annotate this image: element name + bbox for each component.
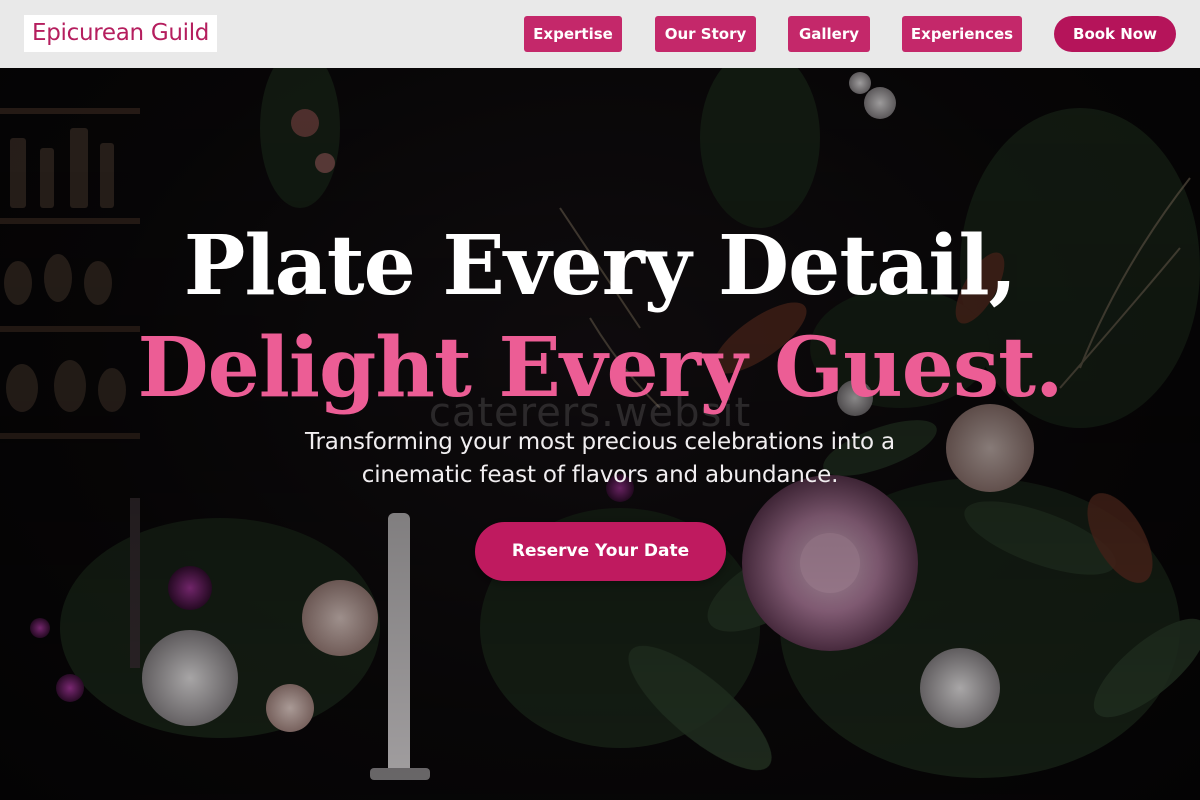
site-logo[interactable]: Epicurean Guild	[24, 15, 218, 52]
nav-item-gallery[interactable]: Gallery	[788, 16, 870, 52]
nav-item-expertise[interactable]: Expertise	[524, 16, 622, 52]
hero-headline-line-1: Plate Every Detail,	[183, 218, 1017, 314]
hero-headline-line-2: Delight Every Guest.	[137, 320, 1063, 416]
reserve-date-button[interactable]: Reserve Your Date	[475, 522, 726, 581]
hero-subtext: Transforming your most precious celebrat…	[305, 429, 895, 488]
nav-item-experiences[interactable]: Experiences	[902, 16, 1022, 52]
top-navigation-bar: Epicurean Guild Expertise Our Story Gall…	[0, 0, 1200, 68]
hero-section: caterers.websit Plate Every Detail, Deli…	[0, 68, 1200, 800]
book-now-button[interactable]: Book Now	[1054, 16, 1176, 52]
nav-item-our-story[interactable]: Our Story	[655, 16, 756, 52]
